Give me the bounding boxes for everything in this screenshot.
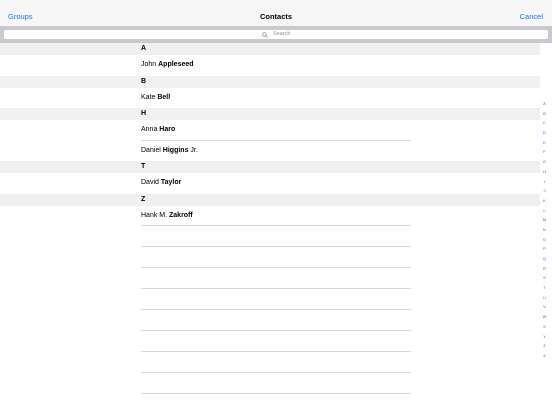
- index-letter[interactable]: X: [541, 322, 548, 332]
- index-letter[interactable]: L: [541, 206, 548, 216]
- index-letter[interactable]: O: [541, 235, 548, 245]
- section-header-label: H: [141, 110, 147, 117]
- row-separator: [141, 393, 411, 394]
- index-letter[interactable]: F: [541, 147, 548, 157]
- contact-row[interactable]: Anna Haro: [0, 120, 540, 141]
- empty-row: [0, 289, 540, 310]
- index-letter[interactable]: P: [541, 244, 548, 254]
- contact-row[interactable]: Hank M. Zakroff: [0, 206, 540, 226]
- search-bar: Search: [0, 26, 552, 43]
- index-letter[interactable]: D: [541, 128, 548, 138]
- contact-name: Anna Haro: [141, 126, 176, 133]
- contact-row[interactable]: Kate Bell: [0, 88, 540, 109]
- empty-row: [0, 352, 540, 373]
- index-letter[interactable]: N: [541, 225, 548, 235]
- section-header-t: T: [0, 161, 540, 173]
- page-title: Contacts: [259, 12, 293, 21]
- index-letter[interactable]: J: [541, 186, 548, 196]
- index-letter[interactable]: #: [541, 351, 548, 361]
- navigation-bar: Groups Contacts Cancel: [0, 0, 552, 26]
- section-header-z: Z: [0, 193, 540, 206]
- index-letter[interactable]: B: [541, 109, 548, 119]
- index-letter[interactable]: Q: [541, 254, 548, 264]
- empty-row: [0, 310, 540, 331]
- search-placeholder: Search: [273, 31, 291, 37]
- contact-name: Kate Bell: [141, 93, 171, 101]
- contact-name: David Taylor: [141, 179, 182, 186]
- empty-row: [0, 373, 540, 394]
- index-letter[interactable]: T: [541, 283, 548, 293]
- empty-row: [0, 268, 540, 289]
- contact-row[interactable]: David Taylor: [0, 173, 540, 194]
- contact-name: Hank M. Zakroff: [141, 211, 193, 219]
- index-letter[interactable]: E: [541, 138, 548, 148]
- contacts-list: A John Appleseed B Kate Bell H Anna Haro…: [0, 43, 552, 394]
- empty-row: [0, 331, 540, 352]
- section-header-label: B: [141, 77, 147, 85]
- index-letter[interactable]: A: [541, 99, 548, 109]
- section-header-label: Z: [141, 195, 146, 203]
- section-header-label: A: [141, 45, 147, 52]
- index-letter[interactable]: M: [541, 215, 548, 225]
- section-index[interactable]: A B C D E F G H I J K L M N O P Q R S T U V W X Y Z #: [541, 99, 548, 361]
- index-letter[interactable]: S: [541, 273, 548, 283]
- index-letter[interactable]: G: [541, 157, 548, 167]
- section-header-a: A: [0, 43, 540, 55]
- contact-row[interactable]: Daniel Higgins Jr.: [0, 141, 540, 162]
- contact-name: John Appleseed: [141, 61, 194, 68]
- section-header-h: H: [0, 108, 540, 120]
- section-header-b: B: [0, 75, 540, 88]
- index-letter[interactable]: U: [541, 293, 548, 303]
- cancel-button[interactable]: Cancel: [520, 12, 543, 21]
- index-letter[interactable]: H: [541, 167, 548, 177]
- index-letter[interactable]: W: [541, 312, 548, 322]
- index-letter[interactable]: Y: [541, 332, 548, 342]
- empty-row: [0, 226, 540, 247]
- search-input[interactable]: Search: [4, 30, 548, 39]
- index-letter[interactable]: V: [541, 302, 548, 312]
- index-letter[interactable]: I: [541, 177, 548, 187]
- index-letter[interactable]: R: [541, 264, 548, 274]
- empty-row: [0, 247, 540, 268]
- index-letter[interactable]: K: [541, 196, 548, 206]
- contact-row[interactable]: John Appleseed: [0, 55, 540, 76]
- search-icon: [261, 31, 268, 38]
- section-header-label: T: [141, 163, 146, 170]
- index-letter[interactable]: Z: [541, 341, 548, 351]
- index-letter[interactable]: C: [541, 118, 548, 128]
- contact-name: Daniel Higgins Jr.: [141, 146, 198, 154]
